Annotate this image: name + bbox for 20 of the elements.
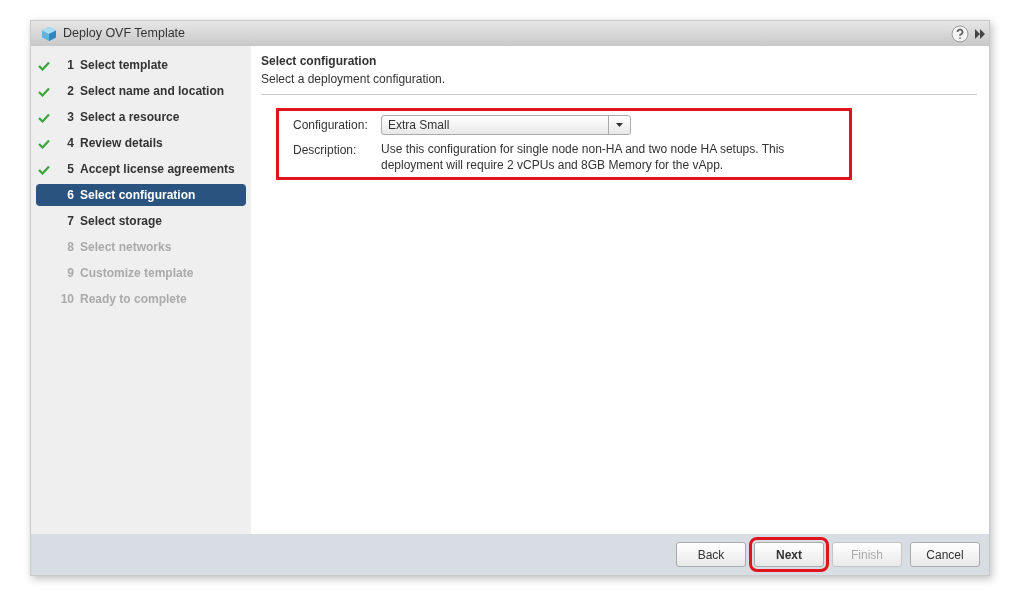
cube-icon: [41, 25, 57, 42]
field-label: Description:: [292, 142, 358, 159]
wizard-step[interactable]: 5 Accept license agreements: [36, 158, 246, 180]
wizard-button[interactable]: Back: [676, 542, 746, 567]
wizard-step[interactable]: 4 Review details: [36, 132, 246, 154]
wizard-step[interactable]: 3 Select a resource: [36, 106, 246, 128]
wizard-step[interactable]: 7 Select storage: [36, 210, 246, 232]
help-icon[interactable]: [951, 24, 969, 43]
page-title: Select configuration: [261, 53, 377, 70]
expand-icon[interactable]: [975, 27, 985, 40]
caret-icon: [616, 123, 623, 127]
configuration-dropdown[interactable]: Extra Small: [381, 115, 631, 135]
field-label: Configuration:: [292, 117, 369, 134]
wizard-step[interactable]: 2 Select name and location: [36, 80, 246, 102]
description-text: Use this configuration for single node non-HA and two node HA setups. This deployment will require 2 vCPUs and 8GB Memory for the vApp.: [381, 141, 786, 173]
page-subtitle: Select a deployment configuration.: [261, 71, 446, 88]
wizard-button[interactable]: Cancel: [910, 542, 980, 567]
wizard-step[interactable]: 6 Select configuration: [36, 184, 246, 206]
wizard-step[interactable]: 1 Select template: [36, 54, 246, 76]
window-title: Deploy OVF Template: [63, 25, 187, 43]
